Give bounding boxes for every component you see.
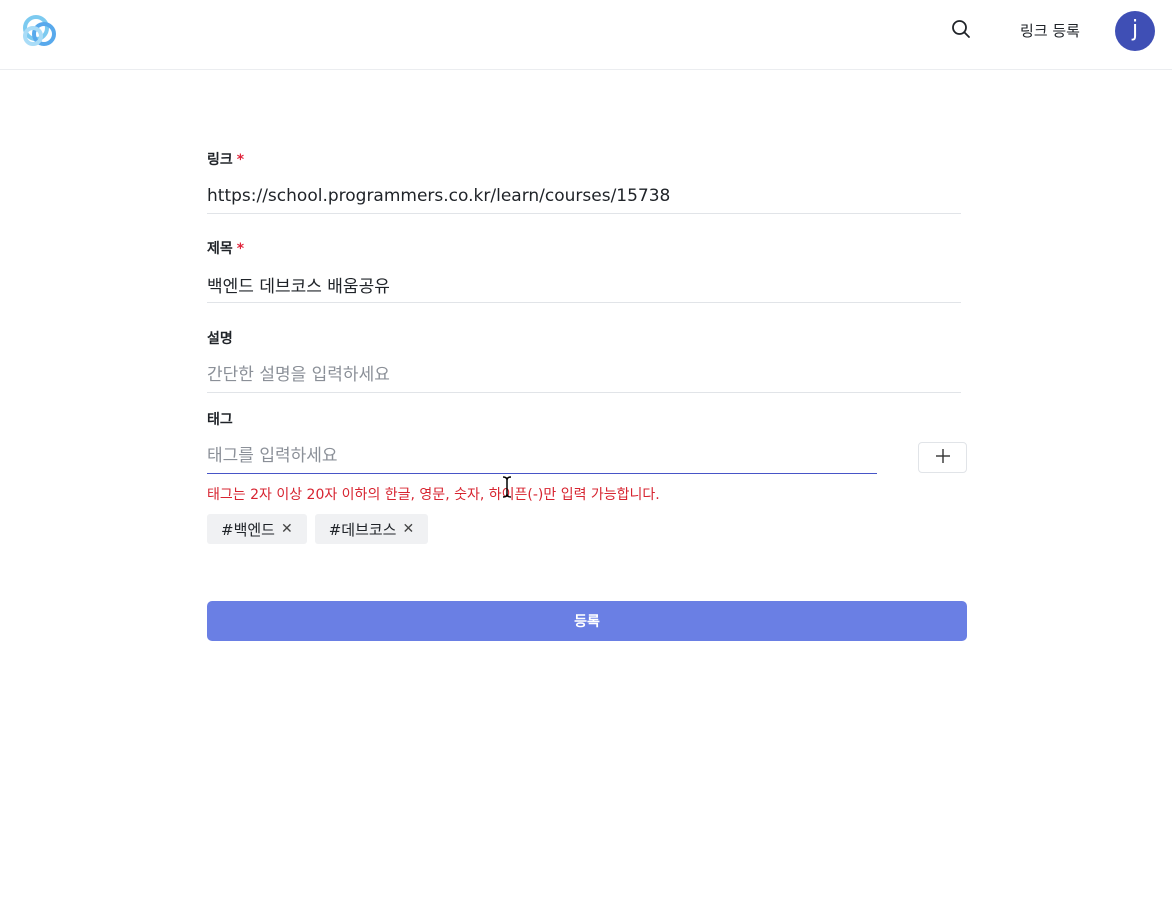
title-field: 제목 * (207, 239, 961, 303)
avatar[interactable]: j (1115, 11, 1155, 51)
plus-icon (935, 448, 951, 468)
tag-input[interactable] (207, 438, 877, 474)
tag-field: 태그 (207, 410, 961, 474)
tag-error-message: 태그는 2자 이상 20자 이하의 한글, 영문, 숫자, 하이픈(-)만 입력… (207, 487, 660, 503)
link-field: 링크 * (207, 150, 961, 214)
register-link[interactable]: 링크 등록 (1010, 18, 1090, 44)
tag-label: 태그 (207, 412, 233, 428)
tag-chip-label: #백엔드 (221, 520, 275, 539)
tag-chip-label: #데브코스 (328, 520, 397, 539)
close-icon[interactable]: ✕ (402, 522, 414, 536)
cloud-logo-icon[interactable] (22, 14, 58, 48)
title-input[interactable] (207, 267, 961, 303)
text-cursor-icon (501, 476, 513, 498)
required-mark: * (236, 152, 245, 168)
submit-button[interactable]: 등록 (207, 601, 967, 641)
top-header: 링크 등록 j (0, 0, 1172, 70)
link-input[interactable] (207, 178, 961, 214)
link-label: 링크 * (207, 152, 245, 168)
required-mark: * (236, 241, 245, 257)
close-icon[interactable]: ✕ (281, 522, 293, 536)
description-label: 설명 (207, 331, 233, 347)
tag-chip: #백엔드 ✕ (207, 514, 307, 544)
title-label: 제목 * (207, 241, 245, 257)
add-tag-button[interactable] (918, 442, 967, 473)
tag-list: #백엔드 ✕ #데브코스 ✕ (207, 514, 429, 544)
description-field: 설명 (207, 329, 961, 393)
search-icon (951, 19, 971, 43)
search-button[interactable] (946, 16, 976, 46)
tag-chip: #데브코스 ✕ (314, 514, 429, 544)
description-input[interactable] (207, 357, 961, 393)
